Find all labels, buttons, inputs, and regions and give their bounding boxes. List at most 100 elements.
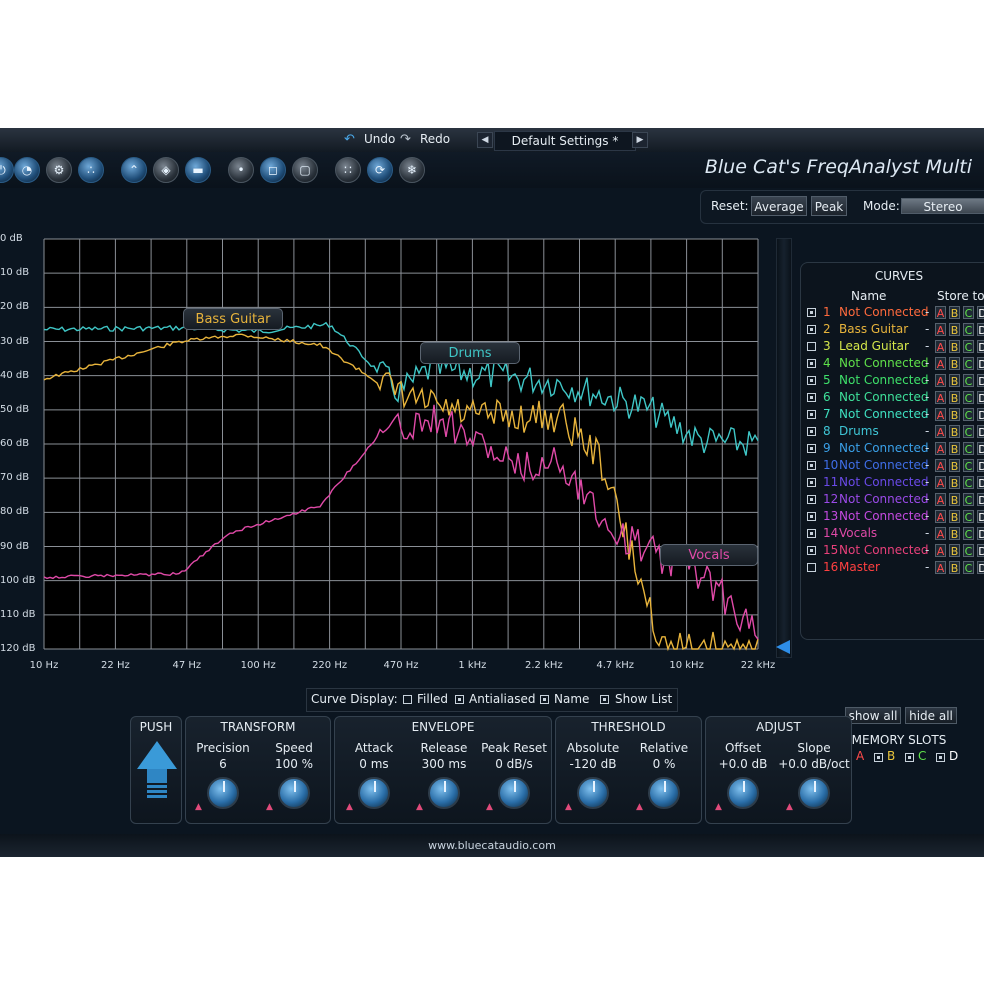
curve-checkbox[interactable] xyxy=(807,393,816,402)
absolute-knob[interactable] xyxy=(577,777,609,809)
zoom-icon[interactable]: ◈ xyxy=(153,157,179,183)
store-slot-button[interactable]: C xyxy=(963,306,974,320)
store-slot-button[interactable]: B xyxy=(949,510,960,524)
speed-knob[interactable] xyxy=(278,777,310,809)
show-list-label[interactable]: Show List xyxy=(615,692,672,706)
curve-name[interactable]: Not Connected xyxy=(839,441,928,455)
store-slot-button[interactable]: D xyxy=(977,510,984,524)
store-slot-button[interactable]: C xyxy=(963,527,974,541)
store-slot-button[interactable]: B xyxy=(949,425,960,439)
store-slot-button[interactable]: D xyxy=(977,425,984,439)
curve-checkbox[interactable] xyxy=(807,563,816,572)
curve-checkbox[interactable] xyxy=(807,512,816,521)
attack-link-icon[interactable]: ▲ xyxy=(346,803,354,812)
peak-reset-link-icon[interactable]: ▲ xyxy=(486,803,494,812)
absolute-link-icon[interactable]: ▲ xyxy=(565,803,573,812)
store-slot-button[interactable]: A xyxy=(935,408,946,422)
store-slot-button[interactable]: B xyxy=(949,391,960,405)
level-scrollbar[interactable] xyxy=(776,238,792,658)
store-slot-button[interactable]: C xyxy=(963,323,974,337)
curve-name[interactable]: Not Connected xyxy=(839,492,928,506)
memory-slot-checkbox[interactable] xyxy=(874,753,883,762)
footer-url[interactable]: www.bluecataudio.com xyxy=(0,834,984,857)
curve-name[interactable]: Not Connected xyxy=(839,475,928,489)
store-slot-button[interactable]: D xyxy=(977,323,984,337)
store-slot-button[interactable]: C xyxy=(963,561,974,575)
curve-row[interactable]: 5 Not Connected - A B C D xyxy=(807,373,984,390)
store-slot-button[interactable]: C xyxy=(963,476,974,490)
store-slot-button[interactable]: A xyxy=(935,442,946,456)
curve-row[interactable]: 6 Not Connected - A B C D xyxy=(807,390,984,407)
name-checkbox[interactable] xyxy=(540,695,549,704)
store-slot-button[interactable]: C xyxy=(963,408,974,422)
preset-next-button[interactable]: ▶ xyxy=(632,132,648,148)
curve-name[interactable]: Not Connected xyxy=(839,543,928,557)
store-slot-button[interactable]: D xyxy=(977,493,984,507)
reset-average-button[interactable]: Average xyxy=(751,196,807,216)
store-slot-button[interactable]: A xyxy=(935,527,946,541)
store-slot-button[interactable]: D xyxy=(977,340,984,354)
curve-row[interactable]: 13 Not Connected - A B C D xyxy=(807,509,984,526)
mode-select[interactable]: Stereo xyxy=(901,198,984,214)
store-slot-button[interactable]: A xyxy=(935,374,946,388)
filled-label[interactable]: Filled xyxy=(417,692,448,706)
record-icon[interactable]: • xyxy=(228,157,254,183)
store-slot-button[interactable]: D xyxy=(977,544,984,558)
store-slot-button[interactable]: D xyxy=(977,374,984,388)
curve-checkbox[interactable] xyxy=(807,342,816,351)
store-slot-button[interactable]: B xyxy=(949,357,960,371)
store-slot-button[interactable]: C xyxy=(963,425,974,439)
curve-row[interactable]: 12 Not Connected - A B C D xyxy=(807,492,984,509)
store-slot-button[interactable]: D xyxy=(977,459,984,473)
store-slot-button[interactable]: D xyxy=(977,408,984,422)
store-slot-button[interactable]: D xyxy=(977,527,984,541)
store-slot-button[interactable]: B xyxy=(949,476,960,490)
store-slot-button[interactable]: B xyxy=(949,306,960,320)
relative-knob[interactable] xyxy=(648,777,680,809)
spectrum-plot[interactable] xyxy=(0,228,800,678)
store-slot-button[interactable]: B xyxy=(949,561,960,575)
redo-icon[interactable]: ↷ xyxy=(400,132,411,147)
curve-checkbox[interactable] xyxy=(807,308,816,317)
store-slot-button[interactable]: C xyxy=(963,459,974,473)
store-slot-button[interactable]: B xyxy=(949,527,960,541)
store-slot-button[interactable]: B xyxy=(949,408,960,422)
store-slot-button[interactable]: A xyxy=(935,391,946,405)
store-slot-button[interactable]: D xyxy=(977,476,984,490)
curve-name[interactable]: Not Connected xyxy=(839,305,928,319)
show-list-checkbox[interactable] xyxy=(600,695,609,704)
memory-slot-letter[interactable]: D xyxy=(949,749,958,763)
memory-slot-letter[interactable]: C xyxy=(918,749,926,763)
curve-checkbox[interactable] xyxy=(807,495,816,504)
curve-row[interactable]: 16 Master - A B C D xyxy=(807,560,984,577)
curve-row[interactable]: 4 Not Connected - A B C D xyxy=(807,356,984,373)
store-slot-button[interactable]: D xyxy=(977,561,984,575)
store-slot-button[interactable]: B xyxy=(949,340,960,354)
store-slot-button[interactable]: A xyxy=(935,357,946,371)
curve-row[interactable]: 3 Lead Guitar - A B C D xyxy=(807,339,984,356)
curve-name[interactable]: Drums xyxy=(839,424,879,438)
relative-link-icon[interactable]: ▲ xyxy=(636,803,644,812)
store-slot-button[interactable]: C xyxy=(963,357,974,371)
curve-checkbox[interactable] xyxy=(807,444,816,453)
curve-checkbox[interactable] xyxy=(807,461,816,470)
curve-name[interactable]: Not Connected xyxy=(839,390,928,404)
curve-name[interactable]: Not Connected xyxy=(839,407,928,421)
curve-row[interactable]: 1 Not Connected - A B C D xyxy=(807,305,984,322)
peak-shape-icon[interactable]: ⌃ xyxy=(121,157,147,183)
square-icon[interactable]: ◻ xyxy=(260,157,286,183)
store-slot-button[interactable]: A xyxy=(935,340,946,354)
gauge-icon[interactable]: ◔ xyxy=(14,157,40,183)
store-slot-button[interactable]: C xyxy=(963,340,974,354)
reset-peak-button[interactable]: Peak xyxy=(811,196,847,216)
store-slot-button[interactable]: C xyxy=(963,442,974,456)
store-slot-button[interactable]: D xyxy=(977,306,984,320)
curve-checkbox[interactable] xyxy=(807,529,816,538)
curve-row[interactable]: 7 Not Connected - A B C D xyxy=(807,407,984,424)
preset-prev-button[interactable]: ◀ xyxy=(477,132,493,148)
curve-row[interactable]: 2 Bass Guitar - A B C D xyxy=(807,322,984,339)
store-slot-button[interactable]: A xyxy=(935,425,946,439)
store-slot-button[interactable]: C xyxy=(963,510,974,524)
spectrum-graph[interactable]: Bass Guitar Drums Vocals 0 dB 10 dB 20 dB 3… xyxy=(0,228,800,678)
snowflake-icon[interactable]: ❄ xyxy=(399,157,425,183)
